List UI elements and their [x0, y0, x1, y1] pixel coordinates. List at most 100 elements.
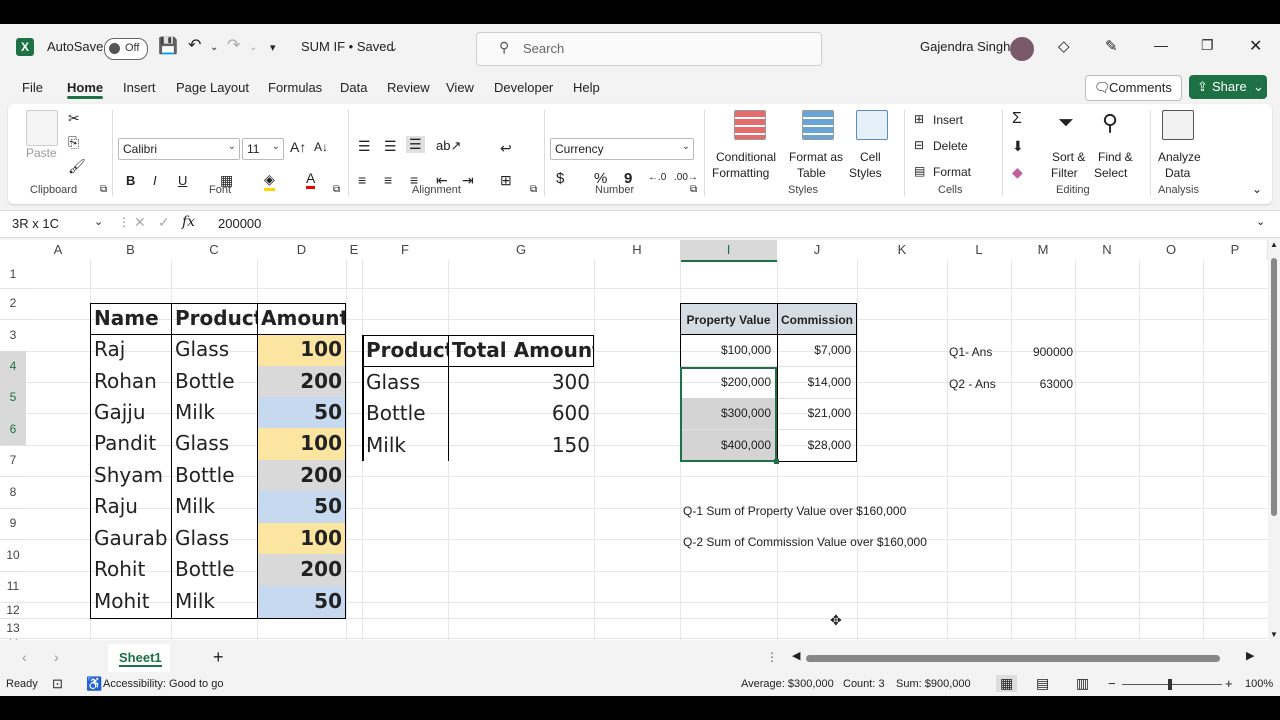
table-cell-total[interactable]: 300 [448, 367, 594, 398]
formula-input[interactable]: 200000 [218, 216, 261, 231]
row-header[interactable]: 5 [0, 382, 26, 414]
column-header[interactable]: H [594, 240, 681, 260]
menu-developer[interactable]: Developer [494, 80, 553, 95]
menu-home[interactable]: Home [67, 80, 103, 95]
row-header[interactable]: 6 [0, 413, 26, 446]
redo-dropdown-icon[interactable]: ⌄ [249, 42, 257, 53]
search-box[interactable]: ⚲ Search [476, 32, 822, 66]
table-cell-product[interactable]: Bottle [171, 460, 257, 492]
pen-icon[interactable]: ✎ [1105, 37, 1118, 55]
clear-icon[interactable]: ◆ [1012, 164, 1023, 181]
fill-handle[interactable] [774, 459, 779, 464]
prev-sheet-icon[interactable]: ‹ [22, 649, 27, 665]
restore-icon[interactable]: ❐ [1201, 37, 1214, 54]
zoom-slider-thumb[interactable] [1168, 679, 1172, 690]
column-header[interactable]: A [26, 240, 91, 260]
sort-filter-button[interactable]: Sort & [1052, 150, 1085, 164]
conditional-formatting-button-line2[interactable]: Formatting [712, 166, 769, 180]
cut-icon[interactable]: ✂ [68, 110, 80, 127]
find-select-icon[interactable]: ⚲ [1102, 110, 1118, 136]
cell-styles-icon[interactable] [856, 110, 888, 140]
row-header[interactable]: 12 [0, 602, 26, 619]
font-dialog-launcher-icon[interactable]: ⧉ [333, 184, 340, 195]
menu-help[interactable]: Help [573, 80, 600, 95]
normal-view-icon[interactable]: ▦ [996, 675, 1018, 692]
column-header[interactable]: L [947, 240, 1012, 260]
undo-dropdown-icon[interactable]: ⌄ [210, 42, 218, 53]
table-header[interactable]: Commission [777, 303, 857, 334]
sheet-tab-sheet1[interactable]: Sheet1 [108, 644, 170, 672]
number-format-select[interactable]: Currency ⌄ [550, 138, 694, 160]
row-header[interactable]: 10 [0, 539, 26, 572]
alignment-dialog-launcher-icon[interactable]: ⧉ [530, 184, 537, 195]
more-options-icon[interactable]: ⋮ [118, 215, 130, 229]
font-size-select[interactable]: 11 ⌄ [242, 138, 284, 160]
page-break-view-icon[interactable]: ▥ [1076, 675, 1089, 692]
table-header[interactable]: Name [90, 303, 171, 334]
table-cell-product[interactable]: Milk [171, 397, 257, 429]
menu-view[interactable]: View [446, 80, 474, 95]
table-cell-amount[interactable]: 100 [258, 428, 346, 460]
analyze-data-icon[interactable] [1162, 110, 1194, 140]
row-header[interactable]: 2 [0, 288, 26, 320]
row-header[interactable]: 7 [0, 445, 26, 477]
orientation-icon[interactable]: ab↗ [436, 138, 461, 154]
table-cell-name[interactable]: Raj [90, 334, 171, 366]
delete-cells-icon[interactable]: ⊟ [914, 138, 924, 152]
undo-icon[interactable]: ↶ [188, 35, 201, 55]
increase-font-icon[interactable]: A↑ [290, 139, 306, 155]
conditional-formatting-icon[interactable] [734, 110, 766, 140]
cell-styles-button[interactable]: Cell [860, 150, 881, 164]
column-header[interactable]: K [857, 240, 948, 260]
name-box-dropdown-icon[interactable]: ⌄ [94, 215, 103, 228]
column-header[interactable]: M [1011, 240, 1076, 260]
cancel-icon[interactable]: ✕ [134, 214, 146, 231]
zoom-level[interactable]: 100% [1245, 678, 1273, 690]
bold-button[interactable]: B [126, 173, 135, 188]
insert-function-button[interactable]: fx [182, 214, 195, 230]
find-select-button-line2[interactable]: Select [1094, 166, 1127, 180]
table-cell-name[interactable]: Pandit [90, 428, 171, 460]
font-name-select[interactable]: Calibri ⌄ [118, 138, 240, 160]
avatar[interactable] [1010, 37, 1034, 61]
table-cell-name[interactable]: Raju [90, 491, 171, 523]
dialog-launcher-icon[interactable]: ⧉ [100, 184, 107, 195]
table-cell-amount[interactable]: 50 [258, 397, 346, 429]
align-left-icon[interactable]: ≡ [358, 172, 366, 188]
format-as-table-button[interactable]: Format as [789, 150, 843, 164]
currency-button[interactable]: $ [556, 170, 564, 187]
autosum-icon[interactable]: Σ [1012, 110, 1022, 128]
column-header[interactable]: E [346, 240, 363, 260]
menu-insert[interactable]: Insert [123, 80, 156, 95]
table-cell-name[interactable]: Gaurab [90, 523, 171, 555]
worksheet-grid[interactable]: A B C D E F G H I J K L M N O P 1 2 3 4 … [0, 240, 1268, 640]
table-cell-product[interactable]: Milk [171, 491, 257, 523]
diamond-icon[interactable]: ◇ [1058, 37, 1070, 55]
accessibility-icon[interactable]: ♿ [86, 676, 102, 692]
row-header[interactable]: 1 [0, 260, 26, 289]
q2-answer-label[interactable]: Q2 - Ans [949, 377, 996, 391]
table-cell-amount[interactable]: 200 [258, 460, 346, 492]
scroll-up-icon[interactable]: ▲ [1270, 240, 1278, 249]
table-cell-amount[interactable]: 50 [258, 586, 346, 618]
table-cell-amount[interactable]: 50 [258, 491, 346, 523]
align-middle-icon[interactable]: ☰ [384, 138, 397, 155]
table-header[interactable]: Product [171, 303, 257, 334]
redo-icon[interactable]: ↷ [227, 35, 240, 55]
minimize-icon[interactable]: — [1154, 37, 1168, 53]
expand-formula-bar-icon[interactable]: ⌄ [1256, 215, 1265, 228]
column-header[interactable]: F [362, 240, 449, 260]
format-cells-icon[interactable]: ▤ [914, 164, 925, 178]
table-cell-product[interactable]: Glass [171, 428, 257, 460]
share-button[interactable]: ⇪ Share ⌄ [1189, 75, 1267, 99]
collapse-ribbon-icon[interactable]: ⌄ [1252, 182, 1262, 196]
table-cell-product[interactable]: Bottle [171, 554, 257, 586]
table-header[interactable]: Amount [257, 303, 346, 334]
q1-answer-label[interactable]: Q1- Ans [949, 345, 992, 359]
align-center-icon[interactable]: ≡ [384, 172, 392, 188]
column-header[interactable]: D [257, 240, 347, 260]
wrap-text-icon[interactable]: ↩ [500, 140, 512, 157]
zoom-in-icon[interactable]: + [1225, 676, 1233, 691]
table-cell-name[interactable]: Rohan [90, 366, 171, 398]
menu-page-layout[interactable]: Page Layout [176, 80, 249, 95]
